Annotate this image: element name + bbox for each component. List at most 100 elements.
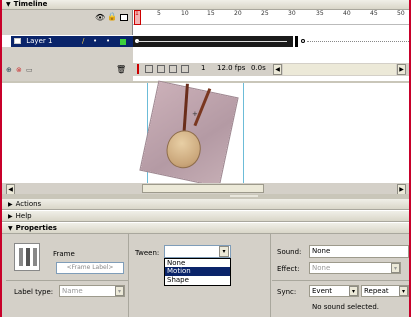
collapse-triangle-icon: ▼	[6, 1, 11, 8]
stage-hscroll[interactable]: ◀ ▶	[2, 183, 409, 195]
timeline-empty-area: 1 12.0 fps 0.0s ◀ ▶	[133, 47, 409, 82]
guide-line	[243, 83, 244, 183]
delete-layer-icon[interactable]: 🗑	[116, 65, 126, 74]
divider	[270, 234, 271, 317]
registration-crosshair-icon: +	[192, 110, 198, 118]
repeat-select[interactable]: Repeat ▾	[361, 285, 409, 297]
outline-icon[interactable]	[120, 14, 128, 21]
expand-triangle-icon: ▶	[8, 213, 13, 220]
scroll-thumb[interactable]	[142, 184, 264, 193]
keyframe-dot[interactable]	[301, 39, 305, 43]
eye-icon[interactable]: 👁	[95, 13, 105, 22]
empty-frames[interactable]	[293, 36, 409, 47]
ruler-number: 50	[397, 10, 405, 17]
frame-line	[307, 41, 409, 42]
necklace-cord	[193, 88, 212, 127]
add-motion-guide-icon[interactable]: ⊗	[16, 66, 22, 74]
splitter-grip[interactable]	[230, 195, 258, 197]
help-panel-header[interactable]: ▶ Help	[2, 211, 409, 222]
timeline-hscroll-track[interactable]	[283, 64, 396, 75]
stage[interactable]: +	[2, 81, 409, 187]
properties-panel-header[interactable]: ▼ Properties	[2, 223, 409, 234]
divider	[6, 280, 128, 281]
ruler-number: 35	[316, 10, 324, 17]
sync-caption: Sync:	[277, 288, 297, 296]
ruler-number: 40	[343, 10, 351, 17]
tween-option-shape[interactable]: Shape	[165, 276, 230, 285]
edit-multiple-frames-icon[interactable]	[169, 65, 177, 73]
frame-ruler[interactable]: 1 5 10 15 20 25 30 35 40 45 50	[133, 10, 409, 25]
collapse-triangle-icon: ▼	[8, 225, 13, 232]
frame-rate: 12.0 fps	[217, 64, 246, 72]
sync-value: Event	[312, 287, 333, 295]
layer-color-icon[interactable]	[120, 39, 126, 45]
scroll-right-button[interactable]: ▶	[397, 64, 406, 75]
expand-triangle-icon: ▶	[8, 201, 13, 208]
tween-select[interactable]: ▾	[164, 245, 231, 258]
frame-bar	[33, 248, 37, 266]
tween-option-none[interactable]: None	[165, 259, 230, 267]
onion-skin-outlines-icon[interactable]	[157, 65, 165, 73]
layer-controls: ⊕ ⊗ ▭ 🗑	[2, 47, 133, 82]
ruler-number: 10	[181, 10, 189, 17]
sound-caption: Sound:	[277, 248, 302, 256]
chevron-down-icon[interactable]: ▾	[219, 246, 229, 257]
ruler-number: 20	[234, 10, 242, 17]
tween-caption: Tween:	[135, 249, 160, 257]
ruler-number: 25	[261, 10, 269, 17]
timeline-panel-header[interactable]: ▼ Timeline	[2, 0, 409, 10]
ruler-number: 15	[207, 10, 215, 17]
current-frame: 1	[201, 64, 206, 72]
tween-option-motion[interactable]: Motion	[165, 267, 230, 276]
visible-dot-icon[interactable]: •	[93, 36, 97, 47]
properties-title: Properties	[15, 224, 57, 232]
end-keyframe[interactable]	[295, 36, 298, 47]
label-type-caption: Label type:	[14, 288, 54, 296]
label-type-value: Name	[62, 287, 83, 295]
tween-arrow	[137, 41, 287, 42]
frame-thumbnail-icon	[14, 243, 40, 271]
effect-value: None	[312, 264, 331, 272]
actions-panel-header[interactable]: ▶ Actions	[2, 199, 409, 210]
sync-select[interactable]: Event ▾	[309, 285, 359, 297]
ruler-number: 45	[370, 10, 378, 17]
effect-caption: Effect:	[277, 265, 300, 273]
necklace-photo[interactable]	[140, 81, 238, 187]
lock-dot-icon[interactable]: •	[106, 36, 110, 47]
chevron-down-icon[interactable]: ▾	[115, 286, 124, 296]
chevron-down-icon[interactable]: ▾	[399, 286, 408, 296]
ruler-number: 5	[157, 10, 161, 17]
chevron-down-icon[interactable]: ▾	[391, 263, 400, 273]
layer-name: Layer 1	[26, 37, 53, 45]
frame-bar	[19, 248, 23, 266]
label-type-select[interactable]: Name ▾	[59, 285, 125, 297]
layer-row-layer-1[interactable]: Layer 1 / • •	[11, 36, 133, 47]
chevron-down-icon[interactable]: ▾	[349, 286, 358, 296]
divider	[128, 234, 129, 317]
necklace-cord	[182, 83, 189, 134]
frame-bar	[26, 248, 30, 266]
modify-onion-markers-icon[interactable]	[181, 65, 189, 73]
timeline-title: Timeline	[13, 0, 48, 8]
onion-skin-icon[interactable]	[145, 65, 153, 73]
repeat-value: Repeat	[364, 287, 389, 295]
tween-dropdown-list[interactable]: None Motion Shape	[164, 258, 231, 286]
ruler-number: 1	[135, 10, 139, 17]
flash-window: ▼ Timeline 👁 🔒 1 5 10 15 20 25 30 35 40 4…	[0, 0, 411, 317]
center-frame-icon[interactable]	[137, 64, 139, 74]
sound-value: None	[312, 247, 331, 255]
frame-label-caption: Frame	[53, 250, 75, 258]
insert-folder-icon[interactable]: ▭	[26, 66, 33, 74]
layer-list-area: 👁 🔒	[2, 10, 133, 35]
ruler-number: 30	[288, 10, 296, 17]
lock-icon[interactable]: 🔒	[107, 12, 117, 21]
elapsed-time: 0.0s	[251, 64, 266, 72]
sound-select[interactable]: None	[309, 245, 409, 258]
scroll-left-button[interactable]: ◀	[273, 64, 282, 75]
properties-body: Frame <Frame Label> Label type: Name ▾ T…	[2, 234, 409, 317]
insert-layer-icon[interactable]: ⊕	[6, 66, 12, 74]
timeline-status-bar: 1 12.0 fps 0.0s ◀ ▶	[133, 63, 409, 76]
effect-select[interactable]: None ▾	[309, 262, 401, 274]
motion-tween-frames[interactable]	[133, 36, 293, 47]
frame-label-input[interactable]: <Frame Label>	[56, 262, 124, 274]
